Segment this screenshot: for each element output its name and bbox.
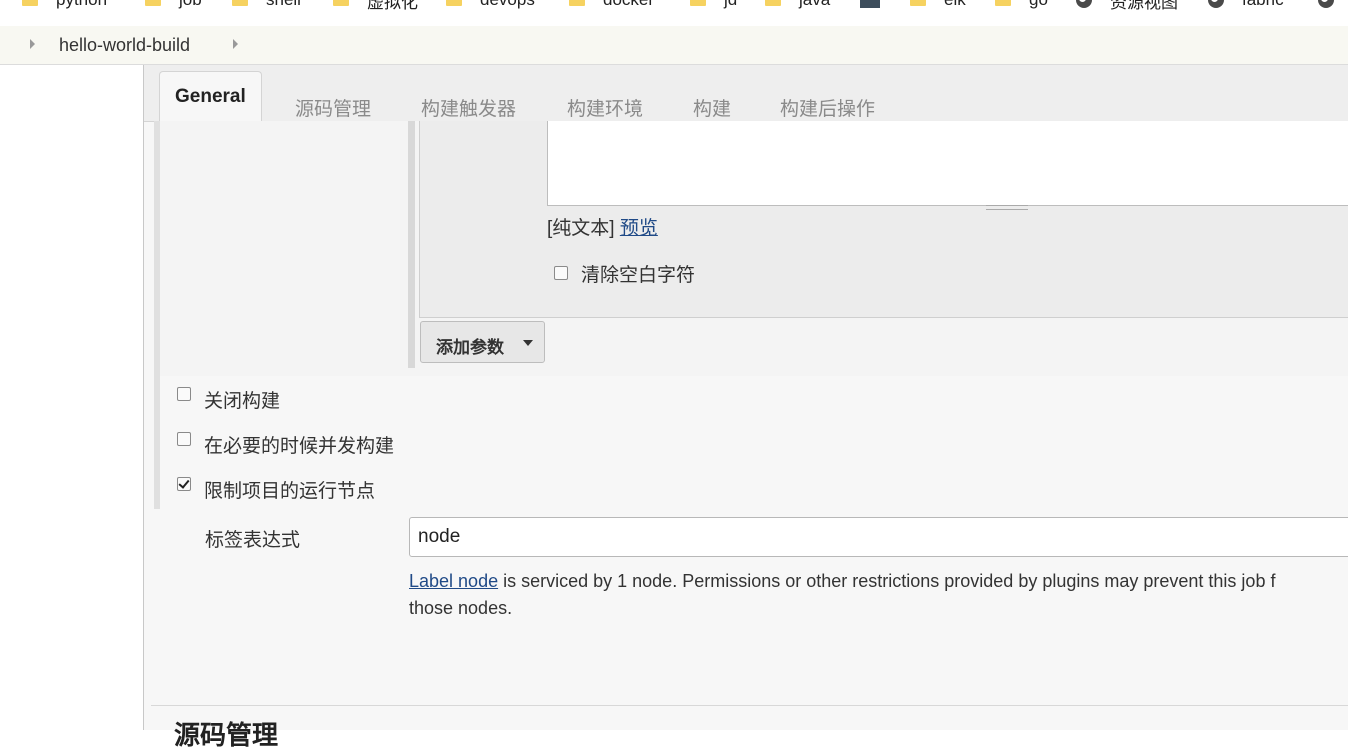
folder-icon — [446, 0, 462, 6]
format-label: [纯文本] — [547, 218, 615, 239]
side-panel — [0, 65, 144, 730]
bookmark-devops[interactable]: devops — [446, 0, 535, 14]
bookmark-label: 虚拟化 — [367, 0, 418, 12]
folder-icon — [995, 0, 1011, 6]
label-expression-label: 标签表达式 — [205, 530, 301, 551]
bookmark-label: java — [799, 0, 830, 10]
tab-general[interactable]: General — [159, 71, 262, 122]
bookmark-jd[interactable]: jd — [690, 0, 737, 14]
tab-build[interactable]: 构建 — [693, 94, 731, 121]
folder-icon — [910, 0, 926, 6]
bookmark-go[interactable]: go — [995, 0, 1048, 14]
add-parameter-button[interactable]: 添加参数 — [420, 321, 545, 363]
bookmark-python[interactable]: python — [22, 0, 107, 14]
app-icon — [860, 0, 880, 8]
breadcrumb-item-job[interactable]: hello-world-build — [59, 35, 190, 56]
globe-icon — [1318, 0, 1334, 8]
tab-build-triggers[interactable]: 构建触发器 — [421, 94, 516, 121]
bookmark-label: shell — [266, 0, 301, 10]
trim-checkbox[interactable] — [554, 266, 568, 280]
resize-handle[interactable] — [986, 205, 1028, 210]
bookmark-more[interactable] — [1318, 0, 1348, 14]
bookmark-label: 资源视图 — [1110, 0, 1178, 12]
folder-icon — [22, 0, 38, 6]
parameter-description-textarea[interactable] — [547, 121, 1348, 210]
bookmark-label: elk — [944, 0, 966, 10]
caret-down-icon — [523, 340, 533, 346]
disable-build-label: 关闭构建 — [204, 391, 281, 412]
label-expression-input[interactable] — [409, 517, 1348, 557]
add-parameter-label: 添加参数 — [436, 338, 504, 357]
disable-build-checkbox[interactable] — [177, 387, 191, 401]
bookmark-label: docker — [603, 0, 654, 10]
config-tabs: General 源码管理 构建触发器 构建环境 构建 构建后操作 — [144, 65, 1348, 122]
format-line: [纯文本] 预览 — [547, 213, 658, 240]
label-node-link[interactable]: Label node — [409, 571, 498, 591]
globe-icon — [1076, 0, 1092, 8]
restrict-node-label: 限制项目的运行节点 — [204, 481, 376, 502]
tab-build-environment[interactable]: 构建环境 — [567, 94, 643, 121]
bookmark-docker[interactable]: docker — [569, 0, 654, 14]
chevron-right-icon[interactable] — [30, 39, 35, 49]
folder-icon — [569, 0, 585, 6]
folder-icon — [333, 0, 349, 6]
help-text-2: those nodes. — [409, 598, 513, 618]
restrict-node-checkbox[interactable] — [177, 477, 191, 491]
help-text: is serviced by 1 node. Permissions or ot… — [498, 571, 1276, 591]
tab-post-build[interactable]: 构建后操作 — [780, 94, 875, 121]
bookmark-label: jd — [724, 0, 737, 10]
label-expression-help: Label node is serviced by 1 node. Permis… — [409, 568, 1348, 622]
folder-icon — [232, 0, 248, 6]
config-form: General 源码管理 构建触发器 构建环境 构建 构建后操作 [纯文本] 预… — [144, 65, 1348, 750]
concurrent-build-label: 在必要的时候并发构建 — [204, 436, 395, 457]
bookmark-shell[interactable]: shell — [232, 0, 301, 14]
bookmark-app[interactable] — [860, 0, 880, 14]
trim-label: 清除空白字符 — [581, 265, 696, 286]
bookmark-label: go — [1029, 0, 1048, 10]
folder-icon — [145, 0, 161, 6]
bookmark-label: python — [56, 0, 107, 10]
breadcrumb: hello-world-build — [0, 26, 1348, 65]
folder-icon — [690, 0, 706, 6]
section-title-source-code: 源码管理 — [174, 720, 279, 750]
preview-link[interactable]: 预览 — [620, 218, 658, 239]
bookmark-fabric[interactable]: fabric — [1208, 0, 1284, 14]
bookmark-java[interactable]: java — [765, 0, 830, 14]
bookmark-virtualization[interactable]: 虚拟化 — [333, 0, 418, 14]
bookmark-elk[interactable]: elk — [910, 0, 966, 14]
bookmark-label: devops — [480, 0, 535, 10]
bookmark-resource-view[interactable]: 资源视图 — [1076, 0, 1178, 14]
bookmark-label: fabric — [1242, 0, 1284, 10]
folder-icon — [765, 0, 781, 6]
tab-source-code[interactable]: 源码管理 — [295, 94, 371, 121]
bookmarks-bar: python job shell 虚拟化 devops docker jd ja… — [0, 0, 1348, 14]
chevron-right-icon[interactable] — [233, 39, 238, 49]
parameters-rail — [408, 121, 415, 368]
concurrent-build-checkbox[interactable] — [177, 432, 191, 446]
globe-icon — [1208, 0, 1224, 8]
bookmark-job[interactable]: job — [145, 0, 202, 14]
section-divider — [151, 705, 1348, 706]
bookmark-label: job — [179, 0, 202, 10]
